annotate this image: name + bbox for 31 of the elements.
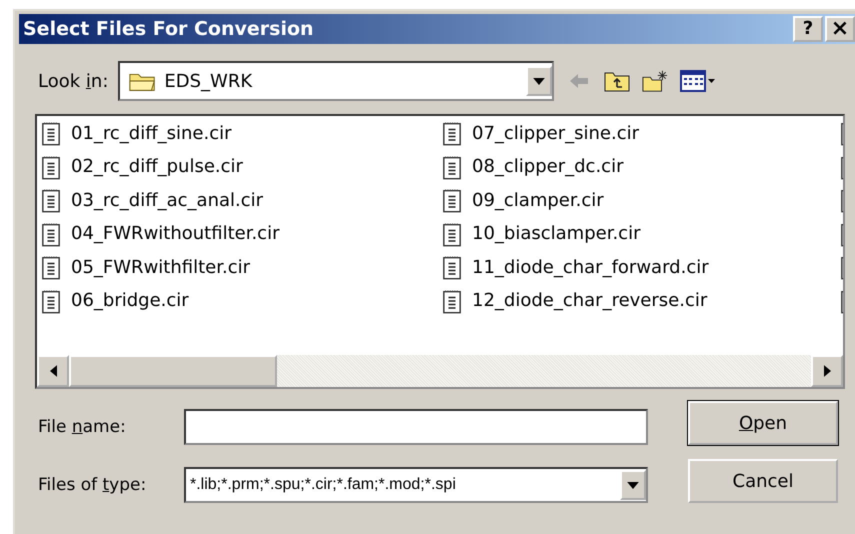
files-of-type-label: Files of type: bbox=[38, 475, 148, 495]
file-item[interactable]: 09_clamper.cir bbox=[438, 185, 604, 215]
horizontal-scrollbar[interactable] bbox=[37, 355, 843, 387]
close-button[interactable]: × bbox=[825, 16, 855, 42]
file-item[interactable]: 12_diode_char_reverse.cir bbox=[438, 286, 708, 316]
file-item[interactable]: 08_clipper_dc.cir bbox=[438, 152, 624, 182]
view-menu-icon[interactable] bbox=[680, 69, 716, 93]
scroll-right-button[interactable] bbox=[811, 355, 843, 387]
look-in-label: Look in: bbox=[38, 70, 108, 92]
file-name-label: File name: bbox=[38, 417, 127, 437]
look-in-dropdown[interactable]: EDS_WRK bbox=[118, 61, 554, 101]
window-title: Select Files For Conversion bbox=[23, 18, 314, 40]
file-item[interactable]: 11_diode_char_forward.cir bbox=[438, 252, 709, 282]
left-arrow-icon bbox=[50, 365, 56, 377]
scroll-left-button[interactable] bbox=[37, 355, 69, 387]
new-folder-icon[interactable] bbox=[642, 69, 668, 93]
cancel-button[interactable]: Cancel bbox=[688, 459, 838, 503]
file-item[interactable]: 02_rc_diff_pulse.cir bbox=[37, 152, 243, 182]
open-button[interactable]: Open bbox=[688, 401, 838, 445]
file-item[interactable]: 07_clipper_sine.cir bbox=[438, 118, 640, 148]
file-item[interactable]: 03_rc_diff_ac_anal.cir bbox=[37, 185, 264, 215]
file-item[interactable]: 04_FWRwithoutfilter.cir bbox=[37, 218, 280, 248]
file-name-field[interactable] bbox=[184, 409, 648, 445]
help-button[interactable]: ? bbox=[793, 16, 823, 42]
file-item[interactable]: 10_biasclamper.cir bbox=[438, 218, 640, 248]
file-item[interactable]: 05_FWRwithfilter.cir bbox=[37, 252, 250, 282]
files-of-type-dropdown[interactable]: *.lib;*.prm;*.spu;*.cir;*.fam;*.mod;*.spi bbox=[184, 467, 648, 503]
file-item[interactable]: 01_rc_diff_sine.cir bbox=[37, 118, 232, 148]
right-arrow-icon bbox=[824, 365, 830, 377]
scroll-thumb[interactable] bbox=[69, 355, 277, 387]
file-item[interactable]: 06_bridge.cir bbox=[37, 286, 189, 316]
